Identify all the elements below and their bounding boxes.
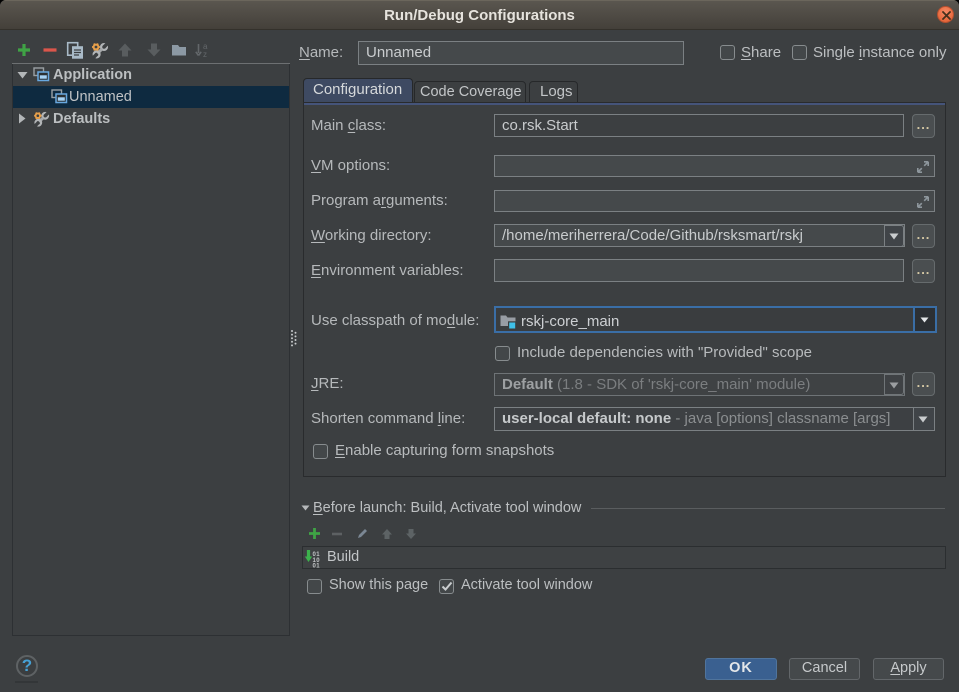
svg-text:z: z [203,50,207,58]
svg-text:01: 01 [313,564,321,568]
